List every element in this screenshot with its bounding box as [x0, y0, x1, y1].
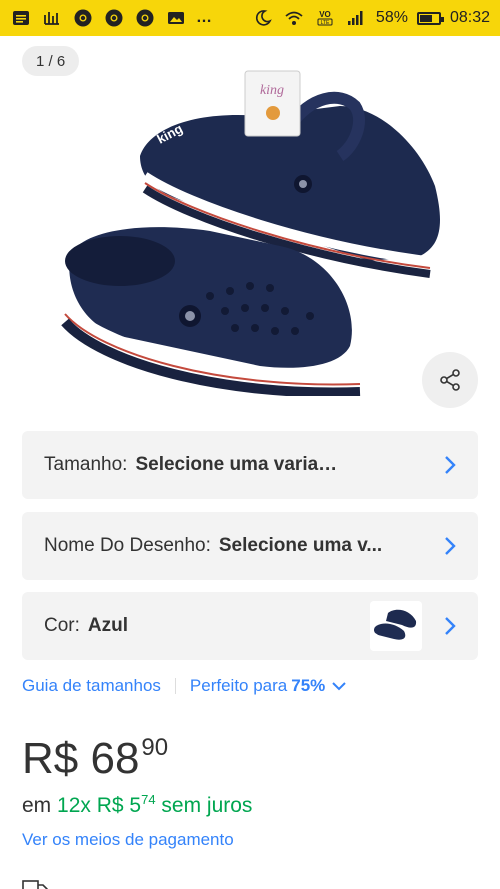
price-cents: 90	[141, 734, 169, 761]
share-button[interactable]	[422, 352, 478, 408]
color-thumbnail[interactable]	[370, 601, 422, 651]
design-value: Selecione uma v...	[218, 535, 383, 556]
color-label: Cor:	[44, 615, 80, 636]
price: R$ 6890	[22, 734, 168, 784]
chrome-icon	[103, 8, 125, 28]
installments-count-price: 12x R$ 5	[57, 794, 142, 817]
clock: 08:32	[449, 9, 490, 26]
size-guide-link[interactable]: Guia de tamanhos	[22, 676, 161, 696]
share-icon	[440, 369, 460, 391]
installments: em 12x R$ 574 sem juros	[22, 792, 252, 818]
chevron-right-icon	[445, 456, 456, 474]
message-icon	[10, 8, 32, 28]
shipping-row-partial	[22, 878, 48, 889]
svg-text:LTE: LTE	[321, 20, 330, 26]
design-label: Nome Do Desenho:	[44, 535, 211, 556]
truck-icon	[22, 880, 48, 889]
volte-icon: VO LTE	[314, 8, 336, 28]
installments-amount: 12x R$ 574	[57, 792, 156, 817]
more-notifications-icon: …	[196, 9, 213, 26]
battery-percent: 58%	[375, 9, 408, 26]
chevron-right-icon	[445, 537, 456, 555]
design-variation-picker[interactable]: Nome Do Desenho: Selecione uma v...	[22, 512, 478, 580]
hang-tag: king	[244, 70, 301, 137]
fit-percentage: 75%	[291, 676, 326, 695]
size-value: Selecione uma variação	[135, 454, 341, 475]
svg-text:VO: VO	[319, 10, 331, 19]
chevron-down-icon	[332, 682, 347, 691]
wifi-icon	[283, 8, 305, 28]
installments-prefix: em	[22, 794, 52, 817]
fit-prefix: Perfeito para	[189, 676, 288, 695]
divider	[174, 678, 176, 694]
photo-icon	[165, 8, 187, 28]
status-bar-right: VO LTE 58% 08:32	[252, 8, 490, 28]
product-gallery[interactable]: 1 / 6 king king	[0, 36, 500, 426]
equalizer-icon	[41, 8, 63, 28]
size-label: Tamanho:	[44, 454, 128, 475]
chrome-icon	[134, 8, 156, 28]
chevron-right-icon	[445, 617, 456, 635]
battery-icon	[416, 11, 444, 25]
payment-methods-link[interactable]: Ver os meios de pagamento	[22, 830, 234, 850]
status-bar: … VO LTE 58% 08:32	[0, 0, 500, 36]
chrome-icon	[72, 8, 94, 28]
fit-dropdown[interactable]: Perfeito para 75%	[190, 676, 347, 696]
price-amount: R$ 68	[22, 734, 140, 783]
signal-icon	[345, 8, 367, 28]
status-bar-left: …	[10, 8, 213, 28]
color-value: Azul	[87, 615, 129, 636]
battery-level	[419, 14, 432, 22]
svg-text:king: king	[260, 83, 284, 98]
moon-alarm-icon	[252, 8, 274, 28]
size-links-row: Guia de tamanhos Perfeito para 75%	[22, 676, 347, 696]
installments-cents: 74	[141, 792, 156, 807]
color-variation-picker[interactable]: Cor: Azul	[22, 592, 478, 660]
product-image[interactable]: king king	[55, 66, 445, 396]
installments-suffix: sem juros	[161, 794, 253, 817]
size-variation-picker[interactable]: Tamanho: Selecione uma variação	[22, 431, 478, 499]
